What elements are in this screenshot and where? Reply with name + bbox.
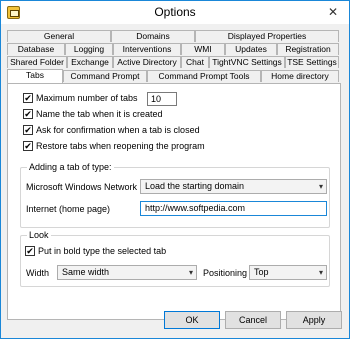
window-title: Options <box>154 5 196 19</box>
options-window: Options ✕ General Domains Displayed Prop… <box>0 0 350 339</box>
positioning-label: Positioning <box>203 268 248 278</box>
tab-wmi[interactable]: WMI <box>181 43 225 55</box>
tab-general[interactable]: General <box>7 30 111 42</box>
network-label: Microsoft Windows Network <box>26 182 138 192</box>
tab-tse-settings[interactable]: TSE Settings <box>285 56 339 68</box>
tab-tightvnc-settings[interactable]: TightVNC Settings <box>209 56 285 68</box>
internet-label: Internet (home page) <box>26 204 111 214</box>
apply-button[interactable]: Apply <box>286 311 342 329</box>
tab-command-prompt-tools[interactable]: Command Prompt Tools <box>147 70 261 82</box>
positioning-select[interactable]: Top ▾ <box>249 265 327 280</box>
chevron-down-icon: ▾ <box>188 268 193 277</box>
tab-domains[interactable]: Domains <box>111 30 195 42</box>
tab-logging[interactable]: Logging <box>65 43 113 55</box>
restore-tabs-label: Restore tabs when reopening the program <box>36 141 205 151</box>
tab-registration[interactable]: Registration <box>277 43 339 55</box>
tabs-settings-panel: ✔ Maximum number of tabs 10 ✔ Name the t… <box>7 83 341 320</box>
max-tabs-checkbox[interactable]: ✔ <box>23 93 33 103</box>
look-group: Look ✔ Put in bold type the selected tab… <box>20 230 330 287</box>
tab-home-directory[interactable]: Home directory <box>261 70 339 82</box>
network-select[interactable]: Load the starting domain ▾ <box>140 179 327 194</box>
width-label: Width <box>26 268 50 278</box>
ask-confirm-label: Ask for confirmation when a tab is close… <box>36 125 200 135</box>
adding-tab-group-title: Adding a tab of type: <box>27 162 114 172</box>
positioning-select-value: Top <box>254 267 269 277</box>
max-tabs-input[interactable]: 10 <box>147 92 177 106</box>
restore-tabs-checkbox[interactable]: ✔ <box>23 141 33 151</box>
tab-active-directory[interactable]: Active Directory <box>113 56 181 68</box>
tab-command-prompt[interactable]: Command Prompt <box>63 70 147 82</box>
look-group-title: Look <box>27 230 51 240</box>
tab-tabs[interactable]: Tabs <box>7 69 63 83</box>
close-icon[interactable]: ✕ <box>317 1 349 23</box>
ok-button[interactable]: OK <box>164 311 220 329</box>
tab-chat[interactable]: Chat <box>181 56 209 68</box>
bold-tab-checkbox[interactable]: ✔ <box>25 246 35 256</box>
chevron-down-icon: ▾ <box>318 268 323 277</box>
tab-interventions[interactable]: Interventions <box>113 43 181 55</box>
tab-exchange[interactable]: Exchange <box>67 56 113 68</box>
tab-shared-folder[interactable]: Shared Folder <box>7 56 67 68</box>
tab-displayed-properties[interactable]: Displayed Properties <box>195 30 339 42</box>
cancel-button[interactable]: Cancel <box>225 311 281 329</box>
name-tab-checkbox[interactable]: ✔ <box>23 109 33 119</box>
title-bar: Options ✕ <box>1 1 349 24</box>
network-select-value: Load the starting domain <box>145 181 245 191</box>
internet-homepage-input[interactable]: http://www.softpedia.com <box>140 201 327 216</box>
chevron-down-icon: ▾ <box>318 182 323 191</box>
tab-database[interactable]: Database <box>7 43 65 55</box>
ask-confirm-checkbox[interactable]: ✔ <box>23 125 33 135</box>
max-tabs-label: Maximum number of tabs <box>36 93 138 103</box>
width-select-value: Same width <box>62 267 110 277</box>
bold-tab-label: Put in bold type the selected tab <box>38 246 167 256</box>
adding-tab-group: Adding a tab of type: Microsoft Windows … <box>20 162 330 228</box>
width-select[interactable]: Same width ▾ <box>57 265 197 280</box>
name-tab-label: Name the tab when it is created <box>36 109 163 119</box>
client-area: General Domains Displayed Properties Dat… <box>1 24 349 338</box>
tab-updates[interactable]: Updates <box>225 43 277 55</box>
